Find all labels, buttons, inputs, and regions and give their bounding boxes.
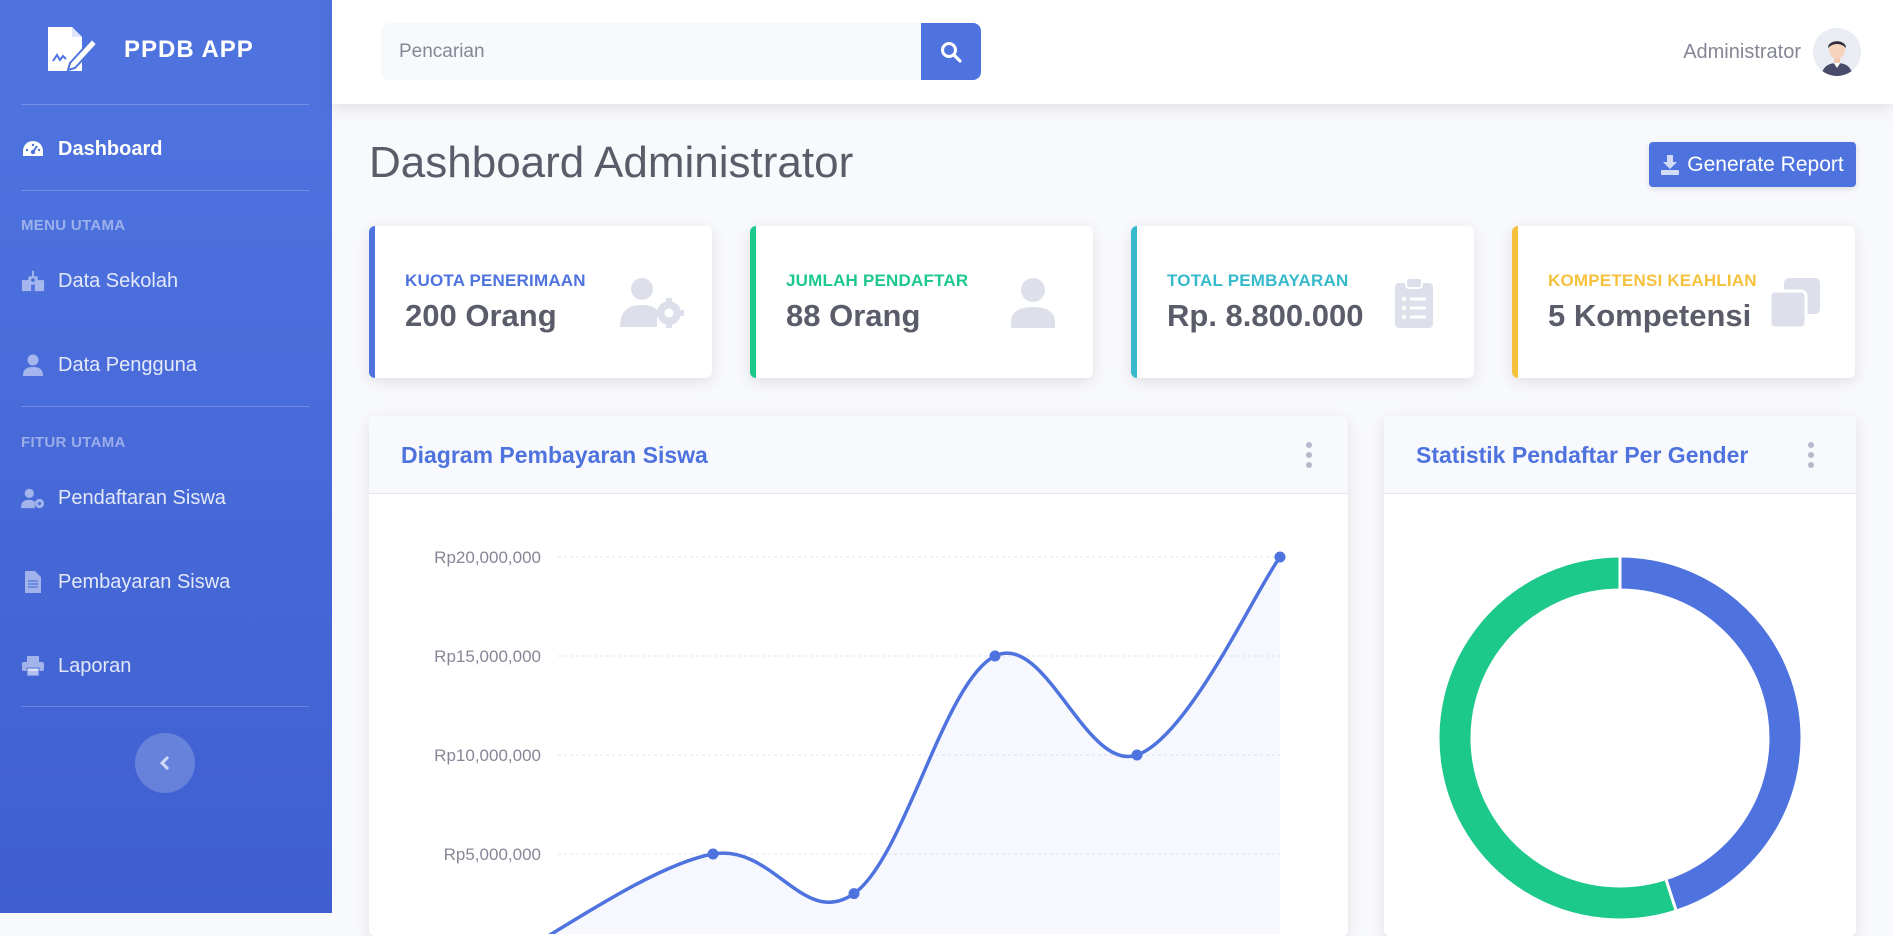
- card-accent: [1512, 226, 1518, 378]
- sidebar-divider: [21, 706, 309, 707]
- sidebar-heading-main: MENU UTAMA: [21, 217, 126, 234]
- signature-document-icon: [48, 27, 99, 72]
- stat-card-pendaftar: JUMLAH PENDAFTAR 88 Orang: [750, 226, 1093, 378]
- sidebar-item-pembayaran-siswa[interactable]: Pembayaran Siswa: [0, 554, 332, 610]
- panel-header: Statistik Pendaftar Per Gender: [1384, 416, 1856, 494]
- card-title: TOTAL PEMBAYARAN: [1167, 271, 1349, 290]
- user-cog-icon: [21, 486, 45, 510]
- user-cog-icon: [620, 276, 684, 330]
- sidebar-item-dashboard[interactable]: Dashboard: [0, 121, 332, 177]
- stat-card-kuota: KUOTA PENERIMAAN 200 Orang: [369, 226, 712, 378]
- data-point: [1274, 551, 1286, 563]
- brand-name: PPDB APP: [124, 36, 254, 63]
- sidebar: PPDB APP Dashboard MENU UTAMA Data Sekol…: [0, 0, 332, 913]
- card-title: KOMPETENSI KEAHLIAN: [1548, 271, 1757, 290]
- sidebar-item-data-sekolah[interactable]: Data Sekolah: [0, 253, 332, 309]
- print-icon: [21, 654, 45, 678]
- card-accent: [1131, 226, 1137, 378]
- card-accent: [369, 226, 375, 378]
- y-tick-label: Rp5,000,000: [444, 845, 541, 864]
- search-icon: [941, 41, 962, 63]
- search-button[interactable]: [921, 23, 981, 80]
- more-options-icon[interactable]: [1804, 442, 1818, 468]
- chevron-left-icon: [159, 755, 170, 771]
- area-fill: [551, 557, 1280, 934]
- gender-chart-panel: Statistik Pendaftar Per Gender: [1384, 416, 1856, 936]
- card-title: JUMLAH PENDAFTAR: [786, 271, 969, 290]
- sidebar-heading-features: FITUR UTAMA: [21, 434, 126, 451]
- sidebar-item-label: Dashboard: [58, 137, 163, 160]
- sidebar-item-label: Data Pengguna: [58, 353, 198, 376]
- data-point: [989, 650, 1001, 662]
- sidebar-divider: [21, 406, 309, 407]
- generate-report-button[interactable]: Generate Report: [1649, 142, 1856, 187]
- card-value: 200 Orang: [405, 298, 557, 333]
- sidebar-item-label: Pendaftaran Siswa: [58, 486, 226, 509]
- sidebar-item-pendaftaran-siswa[interactable]: Pendaftaran Siswa: [0, 470, 332, 526]
- tachometer-icon: [21, 137, 45, 161]
- topbar: Administrator: [332, 0, 1893, 104]
- y-tick-label: Rp15,000,000: [434, 647, 541, 666]
- data-point: [707, 848, 719, 860]
- user-icon: [21, 353, 45, 377]
- card-value: 88 Orang: [786, 298, 921, 333]
- y-tick-label: Rp20,000,000: [434, 548, 541, 567]
- file-icon: [21, 570, 45, 594]
- sidebar-divider: [21, 190, 309, 191]
- sidebar-toggle-button[interactable]: [135, 733, 195, 793]
- card-value: 5 Kompetensi: [1548, 298, 1752, 333]
- avatar-icon: [1813, 28, 1861, 76]
- gender-donut-chart: [1436, 554, 1804, 922]
- sidebar-item-label: Data Sekolah: [58, 269, 179, 292]
- stat-card-pembayaran: TOTAL PEMBAYARAN Rp. 8.800.000: [1131, 226, 1474, 378]
- search-input[interactable]: [381, 23, 921, 80]
- copy-icon: [1763, 276, 1827, 330]
- payment-chart-panel: Diagram Pembayaran Siswa Rp5,000,000 Rp10…: [369, 416, 1348, 936]
- card-value: Rp. 8.800.000: [1167, 298, 1364, 333]
- user-icon: [1001, 276, 1065, 330]
- payment-line-chart: Rp5,000,000 Rp10,000,000 Rp15,000,000 Rp20,…: [434, 548, 1286, 934]
- page-title: Dashboard Administrator: [369, 138, 854, 187]
- sidebar-item-label: Laporan: [58, 654, 132, 677]
- brand[interactable]: PPDB APP: [42, 22, 254, 78]
- sidebar-item-label: Pembayaran Siswa: [58, 570, 231, 593]
- card-title: KUOTA PENERIMAAN: [405, 271, 586, 290]
- school-icon: [21, 269, 45, 293]
- data-point: [848, 888, 860, 900]
- user-menu[interactable]: Administrator: [1683, 27, 1861, 77]
- download-icon: [1661, 154, 1680, 175]
- panel-title: Statistik Pendaftar Per Gender: [1416, 442, 1749, 468]
- generate-report-label: Generate Report: [1687, 152, 1844, 176]
- sidebar-item-data-pengguna[interactable]: Data Pengguna: [0, 337, 332, 393]
- panel-header: Diagram Pembayaran Siswa: [369, 416, 1348, 494]
- sidebar-divider: [21, 104, 309, 105]
- stat-card-kompetensi: KOMPETENSI KEAHLIAN 5 Kompetensi: [1512, 226, 1855, 378]
- data-point: [1131, 749, 1143, 761]
- user-name: Administrator: [1683, 40, 1801, 63]
- clipboard-list-icon: [1382, 276, 1446, 330]
- search-bar: [381, 23, 981, 80]
- sidebar-item-laporan[interactable]: Laporan: [0, 638, 332, 694]
- more-options-icon[interactable]: [1302, 442, 1316, 468]
- y-tick-label: Rp10,000,000: [434, 746, 541, 765]
- card-accent: [750, 226, 756, 378]
- panel-title: Diagram Pembayaran Siswa: [401, 442, 708, 468]
- donut-slice: [1436, 554, 1679, 922]
- donut-slice: [1618, 554, 1804, 913]
